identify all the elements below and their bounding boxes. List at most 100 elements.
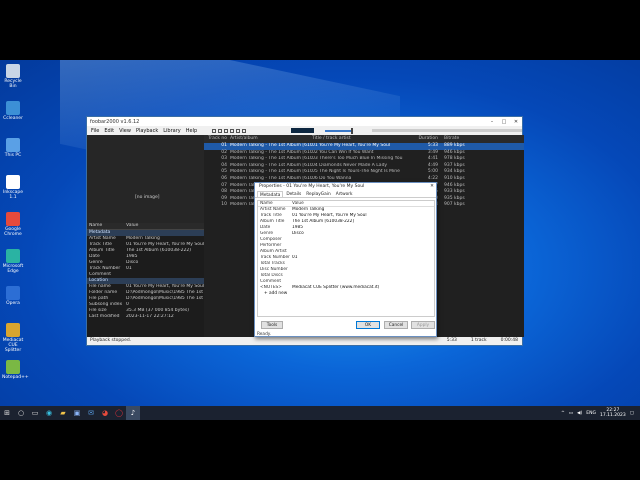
file-explorer-icon[interactable]: ▰ bbox=[56, 406, 70, 420]
playlist-header: Track no Artist/album Title / track arti… bbox=[204, 135, 524, 143]
search-icon[interactable]: ○ bbox=[14, 406, 28, 420]
statusbar: Playback stopped. 5:33 1 track 0:00:48 bbox=[87, 337, 522, 345]
screen: Recycle Bin Ccleaner This PC Inkscape 1.1 Go… bbox=[0, 0, 640, 480]
desktop-icon-label: This PC bbox=[4, 153, 22, 158]
track-duration: 5:33 bbox=[427, 143, 438, 148]
menu-edit[interactable]: Edit bbox=[104, 128, 114, 134]
edge-icon[interactable]: ◉ bbox=[42, 406, 56, 420]
cancel-button[interactable]: Cancel bbox=[384, 321, 408, 329]
dialog-titlebar[interactable]: Properties - 01 You're My Heart, You're … bbox=[255, 183, 436, 191]
desktop-icon[interactable]: Inkscape 1.1 bbox=[2, 175, 24, 200]
track-artist: Modern Talking - The 1st Album [610038-2… bbox=[230, 156, 312, 162]
close-icon[interactable]: ✕ bbox=[510, 119, 522, 125]
stop-icon[interactable] bbox=[212, 128, 217, 133]
col-artist[interactable]: Artist/album bbox=[230, 135, 312, 143]
playlist-row[interactable]: 01Modern Talking - The 1st Album [610038… bbox=[204, 143, 524, 150]
desktop-icon-label: Recycle Bin bbox=[4, 79, 22, 89]
props-name-header[interactable]: Name bbox=[87, 223, 126, 229]
desktop-icon[interactable]: Notepad++ bbox=[2, 360, 29, 380]
menu-library[interactable]: Library bbox=[163, 128, 180, 134]
col-title[interactable]: Title / track artist bbox=[312, 135, 408, 143]
desktop-icon[interactable]: Microsoft Edge bbox=[2, 249, 24, 274]
desktop-icon[interactable]: This PC bbox=[2, 138, 24, 158]
properties-dialog: Properties - 01 You're My Heart, You're … bbox=[254, 182, 437, 337]
pause-icon[interactable] bbox=[218, 128, 223, 133]
menu-view[interactable]: View bbox=[119, 128, 131, 134]
playlist-row[interactable]: 03Modern Talking - The 1st Album [610038… bbox=[204, 156, 524, 163]
desktop-app-icon bbox=[6, 212, 20, 226]
window-title: foobar2000 v1.6.12 bbox=[90, 118, 140, 125]
playlist-row[interactable]: 04Modern Talking - The 1st Album [610038… bbox=[204, 163, 524, 170]
property-value bbox=[126, 272, 204, 278]
next-icon[interactable] bbox=[236, 128, 241, 133]
track-duration: 4:49 bbox=[427, 162, 438, 168]
field-value[interactable]: Mediacat CUE Splitter (www.mediacat.it) bbox=[292, 285, 434, 291]
col-duration[interactable]: Duration bbox=[408, 135, 444, 143]
tools-button[interactable]: Tools bbox=[261, 321, 283, 329]
metadata-grid: Name Value Artist Name Modern Talking Trac… bbox=[257, 200, 435, 317]
volume-icon[interactable]: ◀) bbox=[577, 411, 582, 416]
menu-help[interactable]: Help bbox=[186, 128, 197, 134]
track-title: 02 You Can Win If You Want bbox=[312, 149, 374, 155]
desktop-icon[interactable]: Mediacat CUE Splitter bbox=[2, 323, 24, 353]
track-title: 04 Diamonds Never Made A Lady bbox=[312, 162, 388, 168]
foobar-taskbar-icon[interactable]: ♪ bbox=[126, 406, 140, 420]
network-icon[interactable]: ▭ bbox=[569, 411, 573, 416]
language-indicator[interactable]: ENG bbox=[586, 411, 596, 416]
track-bitrate: 910 kbps bbox=[444, 175, 465, 181]
window-titlebar[interactable]: foobar2000 v1.6.12 – □ ✕ bbox=[87, 117, 522, 126]
apply-button[interactable]: Apply bbox=[411, 321, 435, 329]
seek-bar[interactable] bbox=[371, 129, 522, 132]
mail-icon[interactable]: ✉ bbox=[84, 406, 98, 420]
menu-file[interactable]: File bbox=[91, 128, 99, 134]
tab-metadata[interactable]: Metadata bbox=[257, 191, 284, 198]
props-value-header[interactable]: Value bbox=[126, 223, 204, 229]
store-icon[interactable]: ▣ bbox=[70, 406, 84, 420]
status-duration: 5:33 bbox=[446, 338, 457, 343]
playlist-row[interactable]: 02Modern Talking - The 1st Album [610038… bbox=[204, 150, 524, 157]
opera-icon[interactable]: ◯ bbox=[112, 406, 126, 420]
status-text: Playback stopped. bbox=[90, 338, 132, 343]
volume-slider[interactable] bbox=[324, 127, 353, 134]
play-icon[interactable] bbox=[224, 128, 229, 133]
notifications-icon[interactable]: ▢ bbox=[630, 411, 634, 416]
desktop-icon[interactable]: Google Chrome bbox=[2, 212, 24, 237]
col-track-no[interactable]: Track no bbox=[204, 135, 230, 143]
tab-artwork[interactable]: Artwork bbox=[334, 191, 355, 197]
add-new-field[interactable]: + add new bbox=[258, 291, 434, 297]
desktop-icon-label: Ccleaner bbox=[3, 116, 23, 121]
status-time: 0:00:48 bbox=[500, 338, 518, 343]
start-icon[interactable]: ⊞ bbox=[0, 406, 14, 420]
track-artist: Modern Talking - The 1st Album [610038-2… bbox=[230, 162, 312, 168]
desktop-icon[interactable]: Recycle Bin bbox=[2, 64, 24, 89]
col-bitrate[interactable]: Bitrate bbox=[444, 135, 484, 143]
task-view-icon[interactable]: ▭ bbox=[28, 406, 42, 420]
ok-button[interactable]: OK bbox=[356, 321, 380, 329]
property-name: Last modified bbox=[89, 314, 120, 319]
desktop-app-icon bbox=[6, 249, 20, 263]
previous-icon[interactable] bbox=[230, 128, 235, 133]
tab-details[interactable]: Details bbox=[284, 191, 303, 197]
desktop-app-icon bbox=[6, 323, 20, 337]
track-duration: 5:00 bbox=[427, 169, 438, 175]
menu-playback[interactable]: Playback bbox=[136, 128, 158, 134]
tray-chevron-icon[interactable]: ^ bbox=[561, 411, 565, 416]
desktop-icon[interactable]: Ccleaner bbox=[2, 101, 24, 121]
random-icon[interactable] bbox=[242, 128, 247, 133]
dialog-close-icon[interactable]: ✕ bbox=[428, 183, 436, 191]
desktop-app-icon bbox=[6, 101, 20, 115]
add-new-label: + add new bbox=[264, 291, 288, 296]
tab-replaygain[interactable]: ReplayGain bbox=[304, 191, 332, 197]
track-number: 10 bbox=[221, 202, 227, 208]
playlist-row[interactable]: 05Modern Talking - The 1st Album [610038… bbox=[204, 169, 524, 176]
taskbar: ⊞ ○ ▭ ◉ ▰ ▣ ✉ ◕ ◯ ♪ ^ ▭ ◀) ENG 22:27 17.… bbox=[0, 406, 640, 420]
minimize-icon[interactable]: – bbox=[486, 119, 498, 125]
desktop-icon[interactable]: Opera bbox=[2, 286, 24, 306]
property-row[interactable]: Last modified 2023-11-17 22:27:12 bbox=[87, 314, 204, 320]
clock[interactable]: 22:27 17.11.2023 bbox=[600, 408, 626, 418]
maximize-icon[interactable]: □ bbox=[498, 119, 510, 125]
desktop-icon-label: Opera bbox=[6, 301, 20, 306]
dialog-status: Ready. bbox=[257, 332, 272, 337]
properties-panel: Name Value Metadata Artist Name Modern Ta… bbox=[87, 223, 204, 337]
chrome-icon[interactable]: ◕ bbox=[98, 406, 112, 420]
